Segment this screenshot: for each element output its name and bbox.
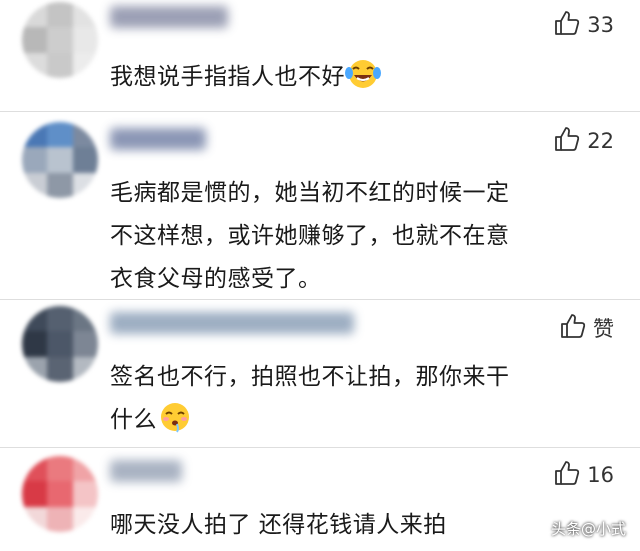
avatar-pixel <box>47 357 73 382</box>
avatar-pixel <box>22 306 47 331</box>
avatar[interactable] <box>22 2 98 78</box>
like-count: 22 <box>587 129 614 153</box>
comment-line: 签名也不行，拍照也不让拍，那你来干 <box>110 364 510 390</box>
like-button[interactable]: 33 <box>553 9 614 41</box>
avatar-pixel <box>22 53 47 78</box>
divider <box>0 111 640 112</box>
avatar-pixel <box>22 357 47 382</box>
avatar-pixel <box>73 147 98 173</box>
thumbs-up-icon <box>553 459 581 491</box>
avatar-pixel <box>47 27 73 53</box>
crying-laughing-emoji-icon <box>345 58 381 90</box>
avatar[interactable] <box>22 306 98 382</box>
like-button[interactable]: 赞 <box>559 312 614 344</box>
avatar-pixel <box>47 306 73 331</box>
avatar-pixel <box>47 331 73 357</box>
avatar-pixel <box>47 122 73 147</box>
comment-text: 签名也不行，拍照也不让拍，那你来干 什么 <box>110 356 610 442</box>
avatar-pixel <box>22 507 47 532</box>
avatar-pixel <box>22 456 47 481</box>
watermark: 头条@小式 <box>550 520 626 538</box>
avatar-pixel <box>47 147 73 173</box>
comment-line: 毛病都是惯的，她当初不红的时候一定 <box>110 180 510 206</box>
avatar-pixel <box>47 507 73 532</box>
like-button[interactable]: 22 <box>553 125 614 157</box>
thumbs-up-icon <box>553 125 581 157</box>
avatar-pixel <box>22 173 47 198</box>
avatar-pixel <box>73 53 98 78</box>
comment-text: 毛病都是惯的，她当初不红的时候一定 不这样想，或许她赚够了，也就不在意 衣食父母… <box>110 172 610 301</box>
avatar-pixel <box>47 53 73 78</box>
avatar-pixel <box>73 456 98 481</box>
avatar[interactable] <box>22 456 98 532</box>
like-count: 33 <box>587 13 614 37</box>
avatar-pixel <box>47 456 73 481</box>
avatar-pixel <box>73 173 98 198</box>
username[interactable] <box>110 460 182 482</box>
avatar-pixel <box>73 122 98 147</box>
like-button[interactable]: 16 <box>553 459 614 491</box>
avatar-pixel <box>22 27 47 53</box>
divider <box>0 447 640 448</box>
like-count: 16 <box>587 463 614 487</box>
thumbs-up-icon <box>553 9 581 41</box>
drooling-emoji-icon <box>157 401 193 433</box>
avatar-pixel <box>73 306 98 331</box>
avatar-pixel <box>22 481 47 507</box>
comment-text: 哪天没人拍了 还得花钱请人来拍 <box>110 504 610 547</box>
avatar-pixel <box>22 122 47 147</box>
avatar-pixel <box>73 331 98 357</box>
avatar-pixel <box>73 357 98 382</box>
like-count: 赞 <box>593 317 614 341</box>
avatar-pixel <box>47 481 73 507</box>
avatar-pixel <box>22 331 47 357</box>
avatar-pixel <box>22 2 47 27</box>
avatar-pixel <box>73 507 98 532</box>
avatar-pixel <box>73 481 98 507</box>
avatar[interactable] <box>22 122 98 198</box>
avatar-pixel <box>47 173 73 198</box>
comment-text: 我想说手指指人也不好 <box>110 56 610 99</box>
divider <box>0 299 640 300</box>
thumbs-up-icon <box>559 312 587 344</box>
username[interactable] <box>110 128 206 150</box>
username[interactable] <box>110 312 354 334</box>
avatar-pixel <box>47 2 73 27</box>
avatar-pixel <box>73 27 98 53</box>
avatar-pixel <box>22 147 47 173</box>
comment-line: 什么 <box>110 407 157 433</box>
username[interactable] <box>110 6 228 28</box>
comment-line: 哪天没人拍了 还得花钱请人来拍 <box>110 512 447 538</box>
avatar-pixel <box>73 2 98 27</box>
comment-line: 不这样想，或许她赚够了，也就不在意 <box>110 223 510 249</box>
comment-line: 衣食父母的感受了。 <box>110 266 322 292</box>
comment-line: 我想说手指指人也不好 <box>110 64 345 90</box>
